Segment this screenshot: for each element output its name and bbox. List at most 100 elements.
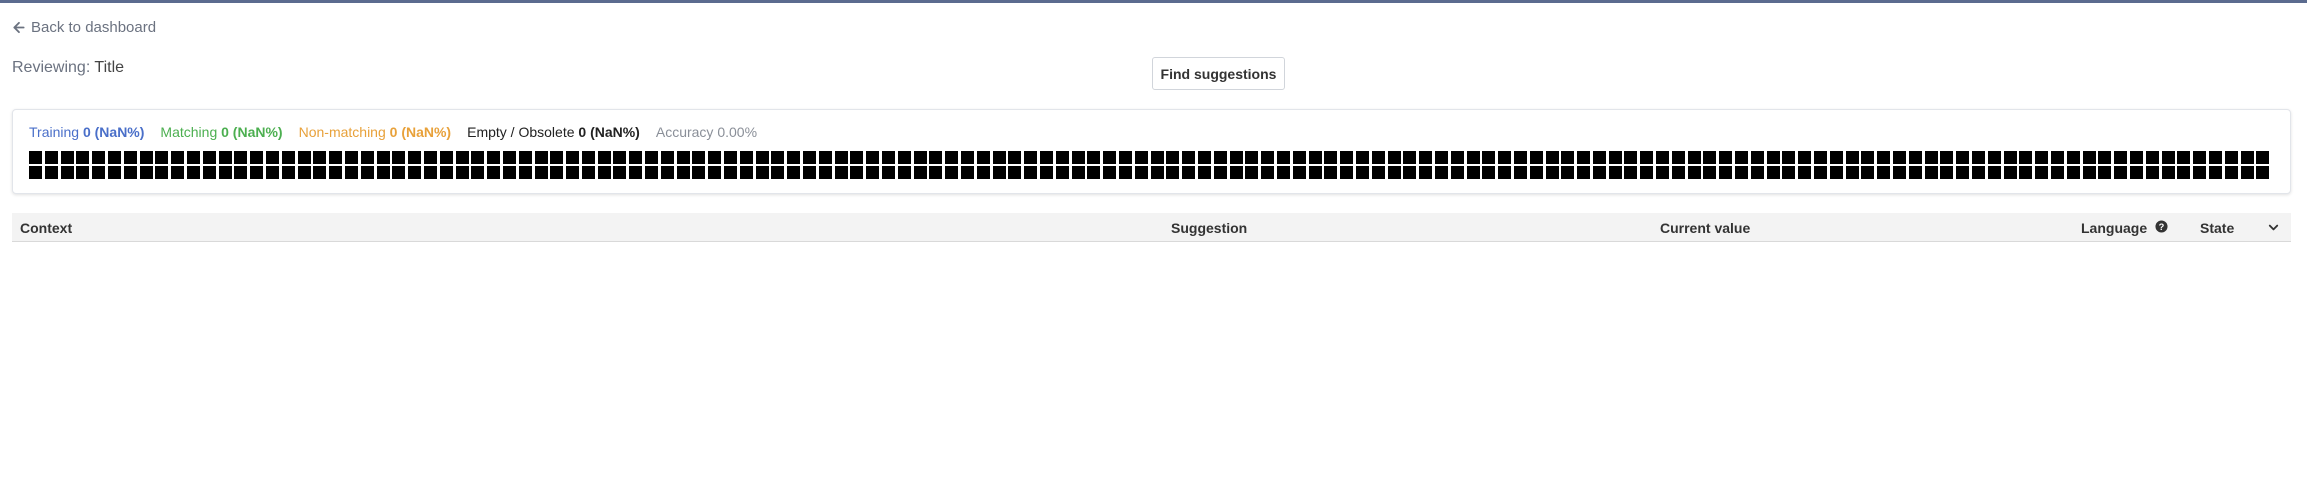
progress-cell[interactable] xyxy=(2145,166,2159,179)
progress-cell[interactable] xyxy=(613,151,627,164)
progress-cell[interactable] xyxy=(1814,166,1828,179)
progress-cell[interactable] xyxy=(755,166,769,179)
progress-cell[interactable] xyxy=(2003,166,2017,179)
progress-cell[interactable] xyxy=(439,166,453,179)
progress-cell[interactable] xyxy=(1387,166,1401,179)
progress-cell[interactable] xyxy=(171,151,185,164)
progress-cell[interactable] xyxy=(1798,166,1812,179)
progress-cell[interactable] xyxy=(1245,166,1259,179)
progress-cell[interactable] xyxy=(1118,151,1132,164)
progress-cell[interactable] xyxy=(218,151,232,164)
progress-cell[interactable] xyxy=(1877,166,1891,179)
progress-cell[interactable] xyxy=(202,166,216,179)
progress-cell[interactable] xyxy=(1924,151,1938,164)
progress-cell[interactable] xyxy=(1024,151,1038,164)
progress-cell[interactable] xyxy=(1008,166,1022,179)
progress-cell[interactable] xyxy=(1529,166,1543,179)
progress-cell[interactable] xyxy=(992,151,1006,164)
progress-cell[interactable] xyxy=(281,166,295,179)
progress-cell[interactable] xyxy=(2240,151,2254,164)
progress-cell[interactable] xyxy=(739,166,753,179)
progress-cell[interactable] xyxy=(834,166,848,179)
progress-cell[interactable] xyxy=(297,151,311,164)
progress-cell[interactable] xyxy=(423,166,437,179)
progress-cell[interactable] xyxy=(1845,166,1859,179)
progress-cell[interactable] xyxy=(1071,166,1085,179)
progress-cell[interactable] xyxy=(2193,151,2207,164)
progress-cell[interactable] xyxy=(92,151,106,164)
progress-cell[interactable] xyxy=(1656,166,1670,179)
progress-cell[interactable] xyxy=(1640,166,1654,179)
progress-cell[interactable] xyxy=(1719,166,1733,179)
progress-cell[interactable] xyxy=(2035,151,2049,164)
progress-cell[interactable] xyxy=(29,151,42,164)
progress-cell[interactable] xyxy=(392,151,406,164)
progress-cell[interactable] xyxy=(76,166,90,179)
progress-cell[interactable] xyxy=(1608,151,1622,164)
progress-cell[interactable] xyxy=(2193,166,2207,179)
progress-cell[interactable] xyxy=(1861,166,1875,179)
progress-cell[interactable] xyxy=(1371,151,1385,164)
progress-cell[interactable] xyxy=(913,151,927,164)
progress-cell[interactable] xyxy=(1482,166,1496,179)
progress-cell[interactable] xyxy=(771,166,785,179)
progress-cell[interactable] xyxy=(1845,151,1859,164)
progress-cell[interactable] xyxy=(1972,151,1986,164)
progress-cell[interactable] xyxy=(1166,151,1180,164)
progress-cell[interactable] xyxy=(550,166,564,179)
progress-cell[interactable] xyxy=(123,151,137,164)
progress-cell[interactable] xyxy=(1798,151,1812,164)
progress-cell[interactable] xyxy=(803,151,817,164)
progress-cell[interactable] xyxy=(1276,151,1290,164)
progress-cell[interactable] xyxy=(597,166,611,179)
progress-cell[interactable] xyxy=(423,151,437,164)
progress-cell[interactable] xyxy=(155,151,169,164)
progress-cell[interactable] xyxy=(1213,166,1227,179)
progress-cell[interactable] xyxy=(1529,151,1543,164)
progress-cell[interactable] xyxy=(1150,151,1164,164)
progress-cell[interactable] xyxy=(1545,166,1559,179)
progress-cell[interactable] xyxy=(1055,151,1069,164)
progress-cell[interactable] xyxy=(2145,151,2159,164)
progress-cell[interactable] xyxy=(1419,166,1433,179)
progress-cell[interactable] xyxy=(1561,166,1575,179)
progress-cell[interactable] xyxy=(2066,151,2080,164)
progress-cell[interactable] xyxy=(1956,166,1970,179)
progress-cell[interactable] xyxy=(1782,166,1796,179)
progress-cell[interactable] xyxy=(708,166,722,179)
progress-cell[interactable] xyxy=(376,166,390,179)
progress-cell[interactable] xyxy=(360,166,374,179)
progress-cell[interactable] xyxy=(408,151,422,164)
progress-cell[interactable] xyxy=(818,166,832,179)
progress-cell[interactable] xyxy=(2082,151,2096,164)
progress-cell[interactable] xyxy=(2035,166,2049,179)
progress-cell[interactable] xyxy=(1987,151,2001,164)
progress-cell[interactable] xyxy=(1671,166,1685,179)
progress-cell[interactable] xyxy=(455,151,469,164)
progress-cell[interactable] xyxy=(629,151,643,164)
progress-cell[interactable] xyxy=(186,151,200,164)
progress-cell[interactable] xyxy=(2256,151,2270,164)
progress-cell[interactable] xyxy=(1245,151,1259,164)
progress-cell[interactable] xyxy=(1908,166,1922,179)
progress-cell[interactable] xyxy=(2161,166,2175,179)
progress-cell[interactable] xyxy=(1545,151,1559,164)
progress-cell[interactable] xyxy=(818,151,832,164)
progress-cell[interactable] xyxy=(566,151,580,164)
progress-cell[interactable] xyxy=(1040,151,1053,164)
progress-cell[interactable] xyxy=(344,151,358,164)
progress-cell[interactable] xyxy=(502,166,516,179)
progress-cell[interactable] xyxy=(1829,166,1843,179)
progress-cell[interactable] xyxy=(566,166,580,179)
progress-cell[interactable] xyxy=(487,166,501,179)
progress-cell[interactable] xyxy=(107,166,121,179)
progress-cell[interactable] xyxy=(518,166,532,179)
progress-cell[interactable] xyxy=(1703,151,1717,164)
progress-cell[interactable] xyxy=(329,151,343,164)
progress-cell[interactable] xyxy=(1450,151,1464,164)
progress-cell[interactable] xyxy=(866,166,880,179)
progress-cell[interactable] xyxy=(1987,166,2001,179)
progress-cell[interactable] xyxy=(913,166,927,179)
progress-cell[interactable] xyxy=(850,166,864,179)
progress-cell[interactable] xyxy=(2161,151,2175,164)
